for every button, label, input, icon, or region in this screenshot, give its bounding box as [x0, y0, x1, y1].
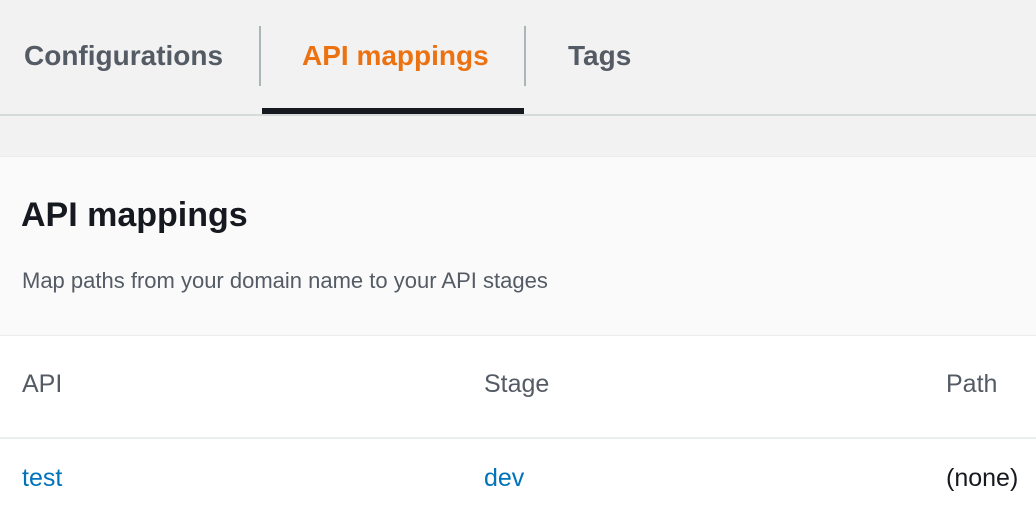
column-header-api: API	[22, 370, 63, 398]
column-header-path: Path	[946, 370, 998, 398]
tab-api-mappings[interactable]: API mappings	[302, 0, 489, 114]
tab-divider	[259, 26, 261, 86]
path-value: (none)	[946, 464, 1019, 492]
tab-divider	[524, 26, 526, 86]
tab-configurations[interactable]: Configurations	[24, 0, 223, 114]
api-link-test[interactable]: test	[22, 464, 62, 493]
table-divider	[0, 437, 1036, 439]
column-header-stage: Stage	[484, 370, 550, 398]
stage-link-dev[interactable]: dev	[484, 464, 524, 493]
active-tab-indicator	[262, 108, 524, 114]
panel-description: Map paths from your domain name to your …	[22, 268, 548, 293]
panel-header	[0, 156, 1036, 336]
tab-tags[interactable]: Tags	[568, 0, 631, 114]
panel-title: API mappings	[21, 196, 248, 234]
section-gap	[0, 116, 1036, 156]
tab-bar: Configurations API mappings Tags	[0, 0, 1036, 116]
